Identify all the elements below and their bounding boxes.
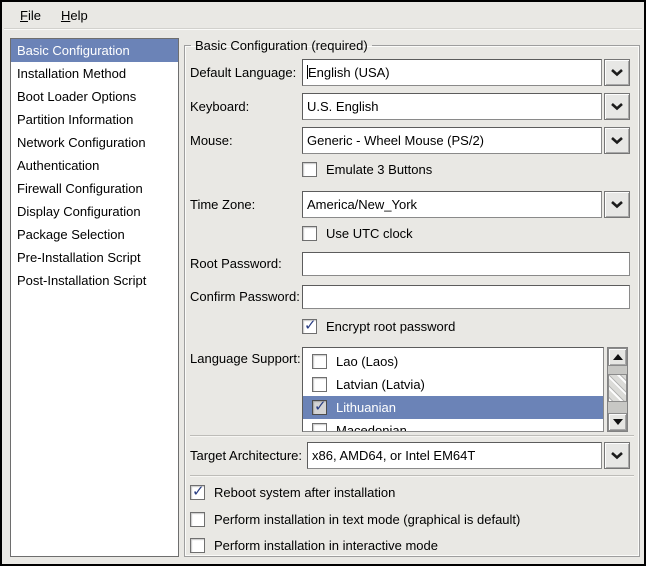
confirm-password-label: Confirm Password: [190, 285, 300, 309]
target-architecture-label: Target Architecture: [190, 442, 302, 469]
language-option-lao[interactable]: Lao (Laos) [303, 350, 603, 373]
language-option-label: Lao (Laos) [336, 354, 398, 369]
keyboard-entry[interactable]: U.S. English [302, 93, 602, 120]
sidebar-item-firewall-configuration[interactable]: Firewall Configuration [11, 177, 178, 200]
language-option-latvian-checkbox[interactable] [312, 377, 327, 392]
language-option-latvian[interactable]: Latvian (Latvia) [303, 373, 603, 396]
use-utc-clock-checkbox-row: Use UTC clock [302, 225, 413, 241]
language-option-lao-checkbox[interactable] [312, 354, 327, 369]
language-option-label: Lithuanian [336, 400, 396, 415]
reboot-after-install-label: Reboot system after installation [214, 485, 395, 500]
language-option-label: Macedonian [336, 423, 407, 432]
confirm-password-field[interactable] [302, 285, 630, 309]
arrow-up-icon [613, 354, 623, 360]
interactive-install-checkbox[interactable] [190, 538, 205, 553]
interactive-install-checkbox-row: Perform installation in interactive mode [190, 537, 438, 553]
chevron-down-icon [610, 200, 624, 209]
sidebar-item-installation-method[interactable]: Installation Method [11, 62, 178, 85]
language-option-label: Latvian (Latvia) [336, 377, 425, 392]
mouse-entry[interactable]: Generic - Wheel Mouse (PS/2) [302, 127, 602, 154]
menu-help[interactable]: Help [51, 4, 98, 27]
sidebar-item-boot-loader-options[interactable]: Boot Loader Options [11, 85, 178, 108]
language-option-macedonian-checkbox[interactable] [312, 423, 327, 432]
sidebar-item-package-selection[interactable]: Package Selection [11, 223, 178, 246]
arrow-down-icon [613, 419, 623, 425]
sidebar-item-display-configuration[interactable]: Display Configuration [11, 200, 178, 223]
time-zone-combobox: America/New_York [302, 191, 630, 218]
interactive-install-label: Perform installation in interactive mode [214, 538, 438, 553]
use-utc-clock-checkbox[interactable] [302, 226, 317, 241]
sidebar-item-authentication[interactable]: Authentication [11, 154, 178, 177]
sidebar-item-post-installation-script[interactable]: Post-Installation Script [11, 269, 178, 292]
language-option-lithuanian[interactable]: Lithuanian [303, 396, 603, 419]
sidebar-item-network-configuration[interactable]: Network Configuration [11, 131, 178, 154]
sidebar-item-partition-information[interactable]: Partition Information [11, 108, 178, 131]
language-support-label: Language Support: [190, 351, 301, 366]
emulate-3-buttons-checkbox[interactable] [302, 162, 317, 177]
scrollbar-thumb[interactable] [608, 374, 627, 402]
menubar: File Help [4, 2, 642, 29]
default-language-label: Default Language: [190, 59, 296, 86]
root-password-label: Root Password: [190, 252, 282, 276]
reboot-after-install-checkbox[interactable] [190, 485, 205, 500]
text-mode-install-checkbox-row: Perform installation in text mode (graph… [190, 511, 520, 527]
chevron-down-icon [610, 451, 624, 460]
chevron-down-icon [610, 136, 624, 145]
language-support-list: Lao (Laos) Latvian (Latvia) Lithuanian M… [302, 347, 604, 432]
separator [190, 435, 634, 436]
menu-file[interactable]: File [10, 4, 51, 27]
language-option-macedonian[interactable]: Macedonian [303, 419, 603, 432]
target-architecture-dropdown-button[interactable] [604, 442, 630, 469]
scrollbar-trough[interactable] [608, 402, 627, 413]
encrypt-root-password-label: Encrypt root password [326, 319, 455, 334]
encrypt-root-password-checkbox-row: Encrypt root password [302, 318, 455, 334]
default-language-combobox: English (USA) [302, 59, 630, 86]
keyboard-label: Keyboard: [190, 93, 249, 120]
kickstart-configurator-window: File Help Basic Configuration Installati… [0, 0, 646, 566]
chevron-down-icon [610, 102, 624, 111]
time-zone-entry[interactable]: America/New_York [302, 191, 602, 218]
root-password-field[interactable] [302, 252, 630, 276]
section-nav-list: Basic Configuration Installation Method … [10, 38, 179, 557]
mouse-combobox: Generic - Wheel Mouse (PS/2) [302, 127, 630, 154]
sidebar-item-basic-configuration[interactable]: Basic Configuration [11, 39, 178, 62]
emulate-3-buttons-label: Emulate 3 Buttons [326, 162, 432, 177]
text-mode-install-label: Perform installation in text mode (graph… [214, 512, 520, 527]
emulate-3-buttons-checkbox-row: Emulate 3 Buttons [302, 161, 432, 177]
language-option-lithuanian-checkbox[interactable] [312, 400, 327, 415]
sidebar-item-pre-installation-script[interactable]: Pre-Installation Script [11, 246, 178, 269]
language-list-scrollbar[interactable] [607, 347, 628, 432]
mouse-dropdown-button[interactable] [604, 127, 630, 154]
scroll-up-button[interactable] [608, 348, 627, 366]
separator [190, 475, 634, 476]
text-mode-install-checkbox[interactable] [190, 512, 205, 527]
group-title: Basic Configuration (required) [191, 38, 372, 53]
default-language-dropdown-button[interactable] [604, 59, 630, 86]
use-utc-clock-label: Use UTC clock [326, 226, 413, 241]
mouse-label: Mouse: [190, 127, 233, 154]
reboot-after-install-checkbox-row: Reboot system after installation [190, 484, 395, 500]
default-language-entry[interactable]: English (USA) [302, 59, 602, 86]
scroll-down-button[interactable] [608, 413, 627, 431]
chevron-down-icon [610, 68, 624, 77]
target-architecture-combobox: x86, AMD64, or Intel EM64T [307, 442, 630, 469]
target-architecture-entry[interactable]: x86, AMD64, or Intel EM64T [307, 442, 602, 469]
keyboard-combobox: U.S. English [302, 93, 630, 120]
time-zone-dropdown-button[interactable] [604, 191, 630, 218]
encrypt-root-password-checkbox[interactable] [302, 319, 317, 334]
keyboard-dropdown-button[interactable] [604, 93, 630, 120]
time-zone-label: Time Zone: [190, 191, 255, 218]
